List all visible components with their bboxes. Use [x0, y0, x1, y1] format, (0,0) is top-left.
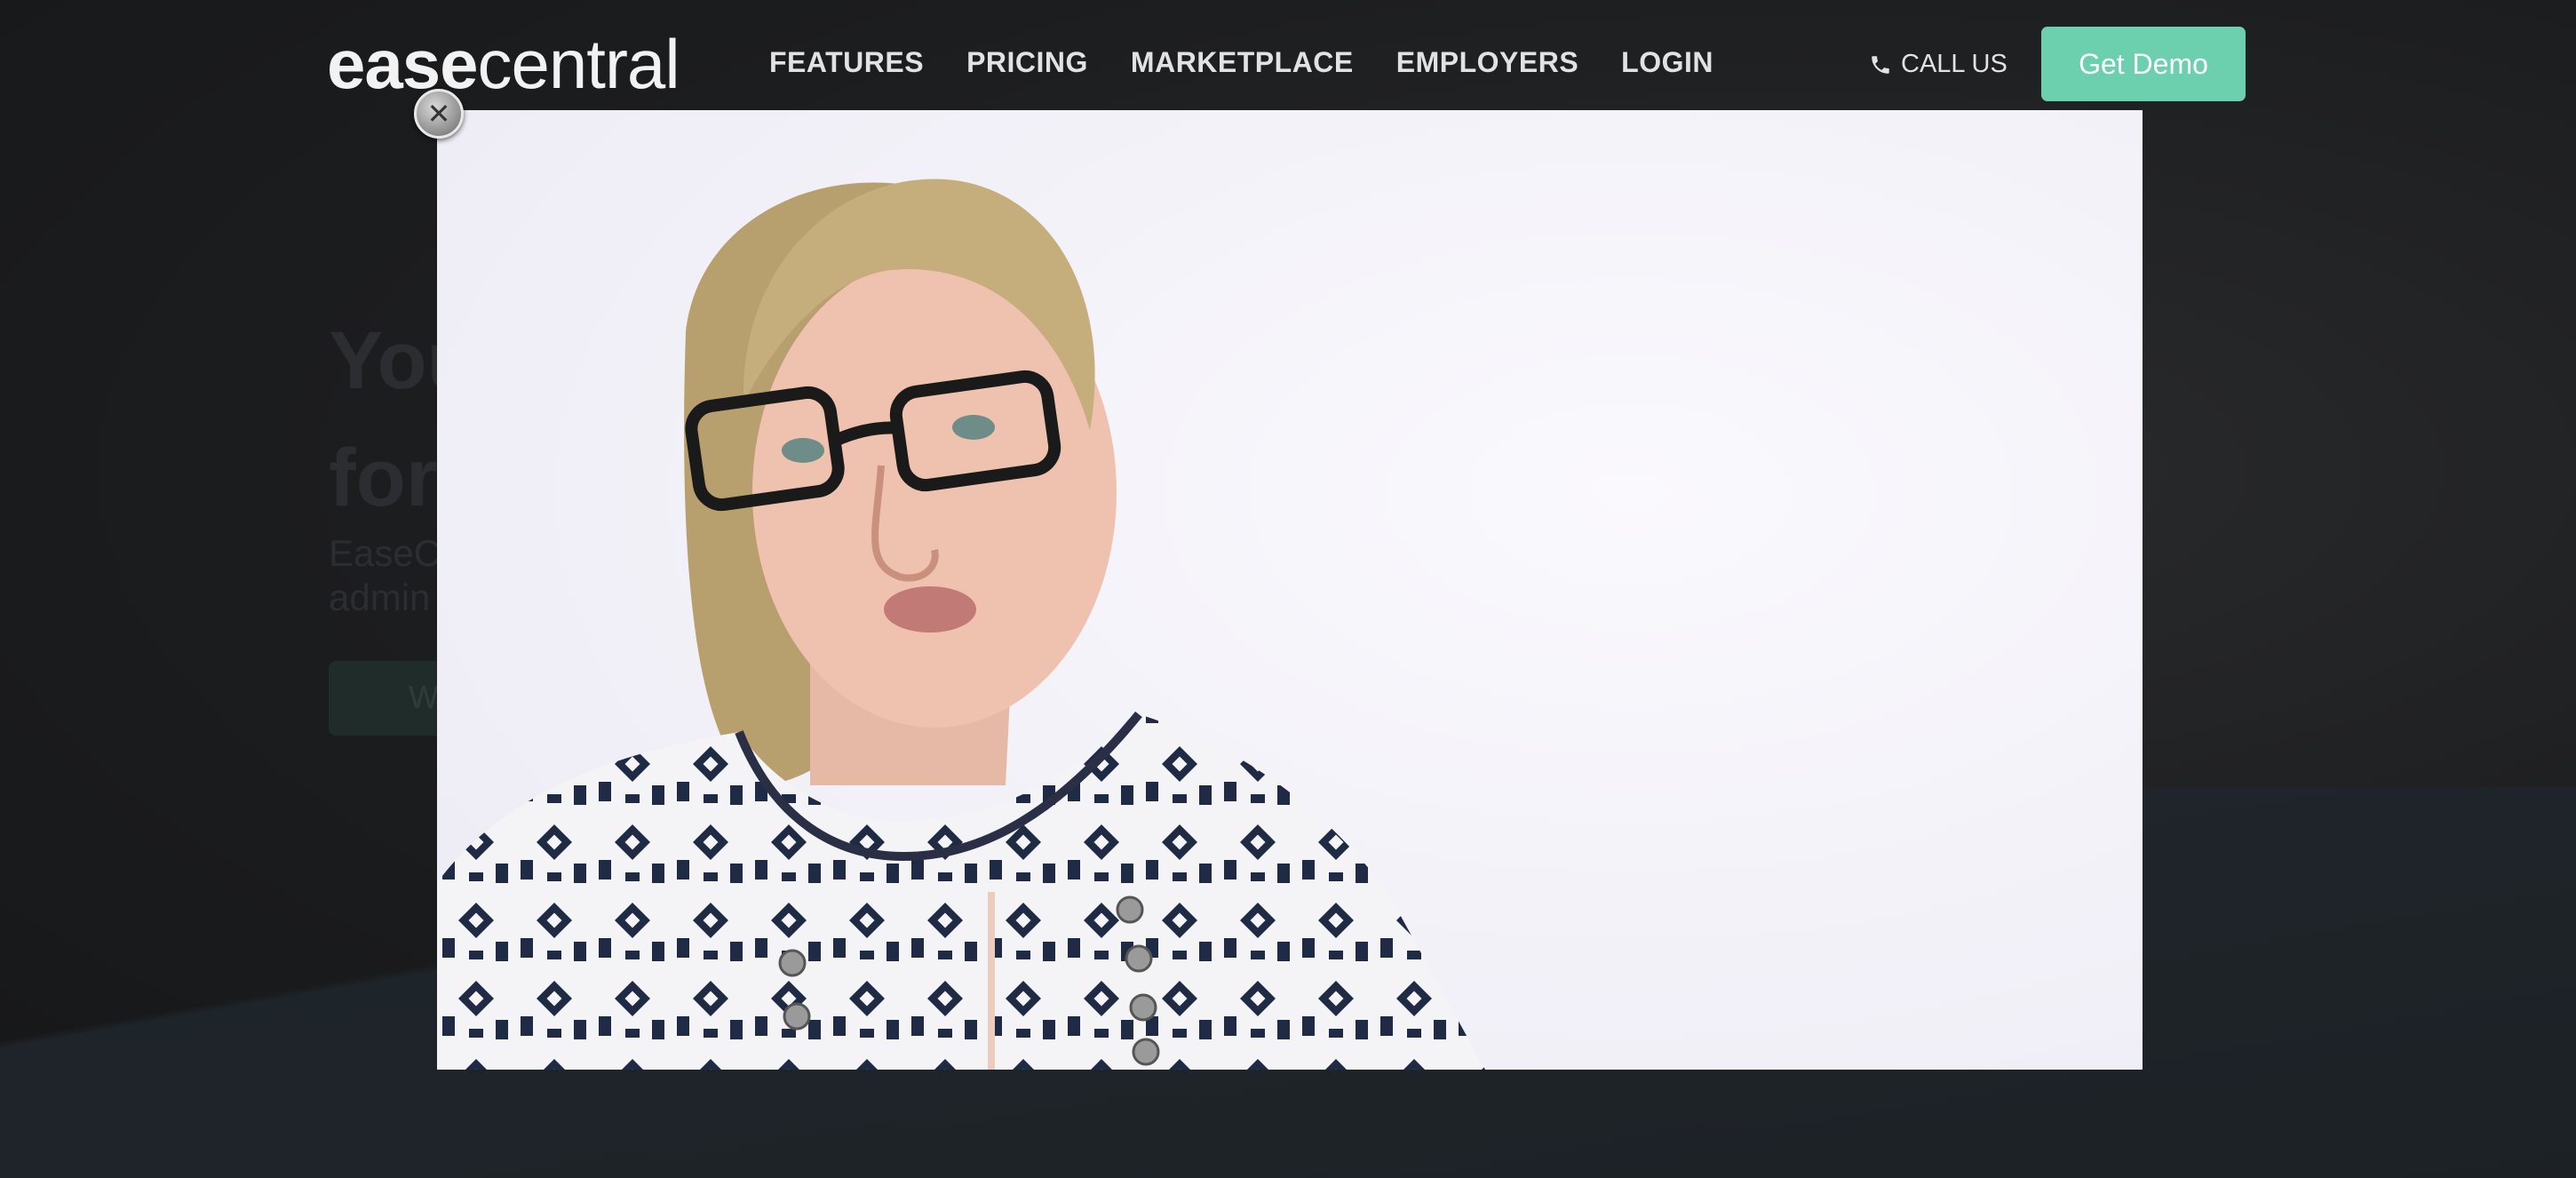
- main-menu: FEATURES PRICING MARKETPLACE EMPLOYERS L…: [769, 46, 1713, 79]
- phone-icon: [1872, 55, 1889, 74]
- get-demo-button[interactable]: Get Demo: [2041, 27, 2246, 101]
- call-us-link[interactable]: CALL US: [1869, 50, 2008, 79]
- close-icon: ✕: [426, 98, 451, 130]
- close-video-button[interactable]: ✕: [414, 89, 464, 139]
- top-nav: easecentral FEATURES PRICING MARKETPLACE…: [0, 0, 2576, 110]
- video-player[interactable]: [437, 110, 2143, 1070]
- call-us-label: CALL US: [1901, 50, 2008, 78]
- nav-pricing[interactable]: PRICING: [966, 46, 1088, 79]
- nav-employers[interactable]: EMPLOYERS: [1396, 46, 1578, 79]
- nav-marketplace[interactable]: MARKETPLACE: [1131, 46, 1354, 79]
- nav-login[interactable]: LOGIN: [1621, 46, 1713, 79]
- easecentral-logo[interactable]: easecentral: [327, 21, 680, 107]
- nav-features[interactable]: FEATURES: [769, 46, 924, 79]
- video-frame: [437, 110, 2143, 1070]
